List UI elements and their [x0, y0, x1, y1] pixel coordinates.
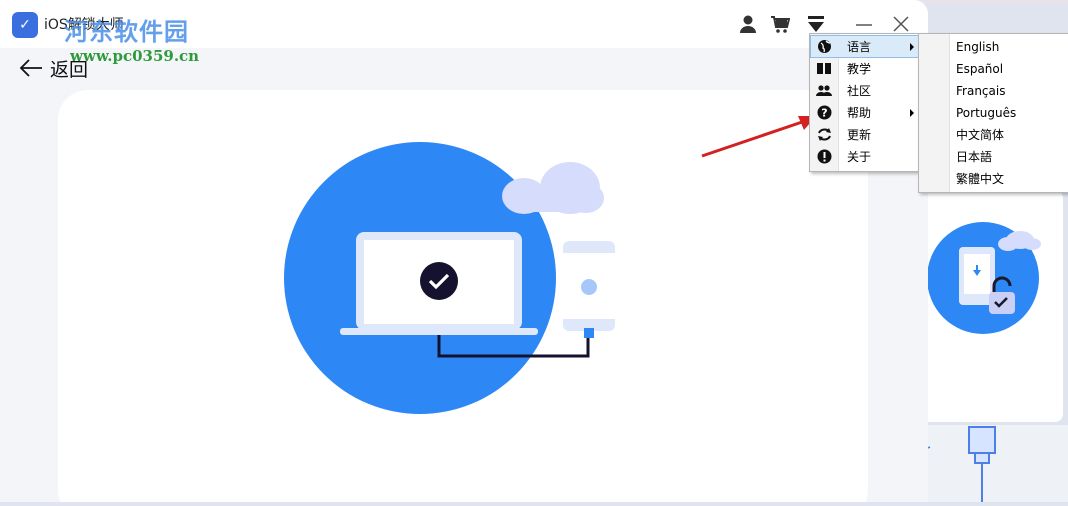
- menu-item-label: 帮助: [847, 106, 872, 120]
- info-icon: [811, 149, 837, 164]
- cable-illustration: [914, 426, 996, 502]
- submenu-arrow-icon: [910, 109, 914, 117]
- dropdown-menu: 语言 教学 社区 ? 帮助 更新 关于: [809, 33, 921, 172]
- watermark-url: www.pc0359.cn: [70, 47, 200, 65]
- background-lower: [905, 425, 1068, 502]
- watermark-title: 河东软件园: [64, 18, 189, 46]
- language-option-label: 日本語: [956, 150, 993, 164]
- language-option-label: Português: [956, 105, 1017, 120]
- app-logo-icon: ✓: [12, 12, 38, 38]
- globe-icon: [811, 39, 837, 54]
- menu-item-community[interactable]: 社区: [811, 80, 918, 101]
- unlock-illustration: [927, 222, 1041, 334]
- language-option-portuguese[interactable]: Português: [920, 102, 1066, 123]
- language-option-label: Español: [956, 61, 1004, 76]
- app-window: ✓ iOS解锁大师 返回: [0, 0, 928, 502]
- help-icon: ?: [811, 105, 837, 120]
- menu-item-label: 关于: [847, 150, 872, 164]
- community-icon: [811, 84, 837, 97]
- cart-icon[interactable]: [770, 14, 790, 34]
- language-option-spanish[interactable]: Español: [920, 58, 1066, 79]
- language-option-japanese[interactable]: 日本語: [920, 146, 1066, 167]
- menu-item-language[interactable]: 语言: [810, 35, 919, 58]
- close-icon[interactable]: [891, 14, 911, 34]
- language-option-label: Français: [956, 83, 1006, 98]
- menu-item-update[interactable]: 更新: [811, 124, 918, 145]
- menu-item-label: 教学: [847, 62, 872, 76]
- menu-item-about[interactable]: 关于: [811, 146, 918, 167]
- language-option-french[interactable]: Français: [920, 80, 1066, 101]
- background-card: [905, 190, 1063, 422]
- submenu-arrow-icon: [910, 43, 914, 51]
- language-option-simplified-chinese[interactable]: 中文简体: [920, 124, 1066, 145]
- menu-item-label: 社区: [847, 84, 872, 98]
- menu-item-tutorial[interactable]: 教学: [811, 58, 918, 79]
- menu-item-help[interactable]: ? 帮助: [811, 102, 918, 123]
- menu-item-label: 语言: [847, 40, 872, 54]
- menu-dropdown-icon[interactable]: [806, 14, 826, 34]
- language-option-label: 中文简体: [956, 128, 1005, 142]
- book-icon: [811, 62, 837, 75]
- menu-item-label: 更新: [847, 128, 872, 142]
- refresh-icon: [811, 127, 837, 142]
- language-option-label: English: [956, 39, 1000, 54]
- language-submenu: English Español Français Português 中文简体 …: [918, 33, 1068, 193]
- language-option-english[interactable]: English: [920, 36, 1066, 57]
- user-icon[interactable]: [738, 14, 758, 34]
- svg-text:?: ?: [821, 107, 827, 120]
- back-arrow-icon: [19, 59, 42, 77]
- language-option-label: 繁體中文: [956, 172, 1005, 186]
- language-option-traditional-chinese[interactable]: 繁體中文: [920, 168, 1066, 189]
- minimize-icon[interactable]: [854, 14, 874, 34]
